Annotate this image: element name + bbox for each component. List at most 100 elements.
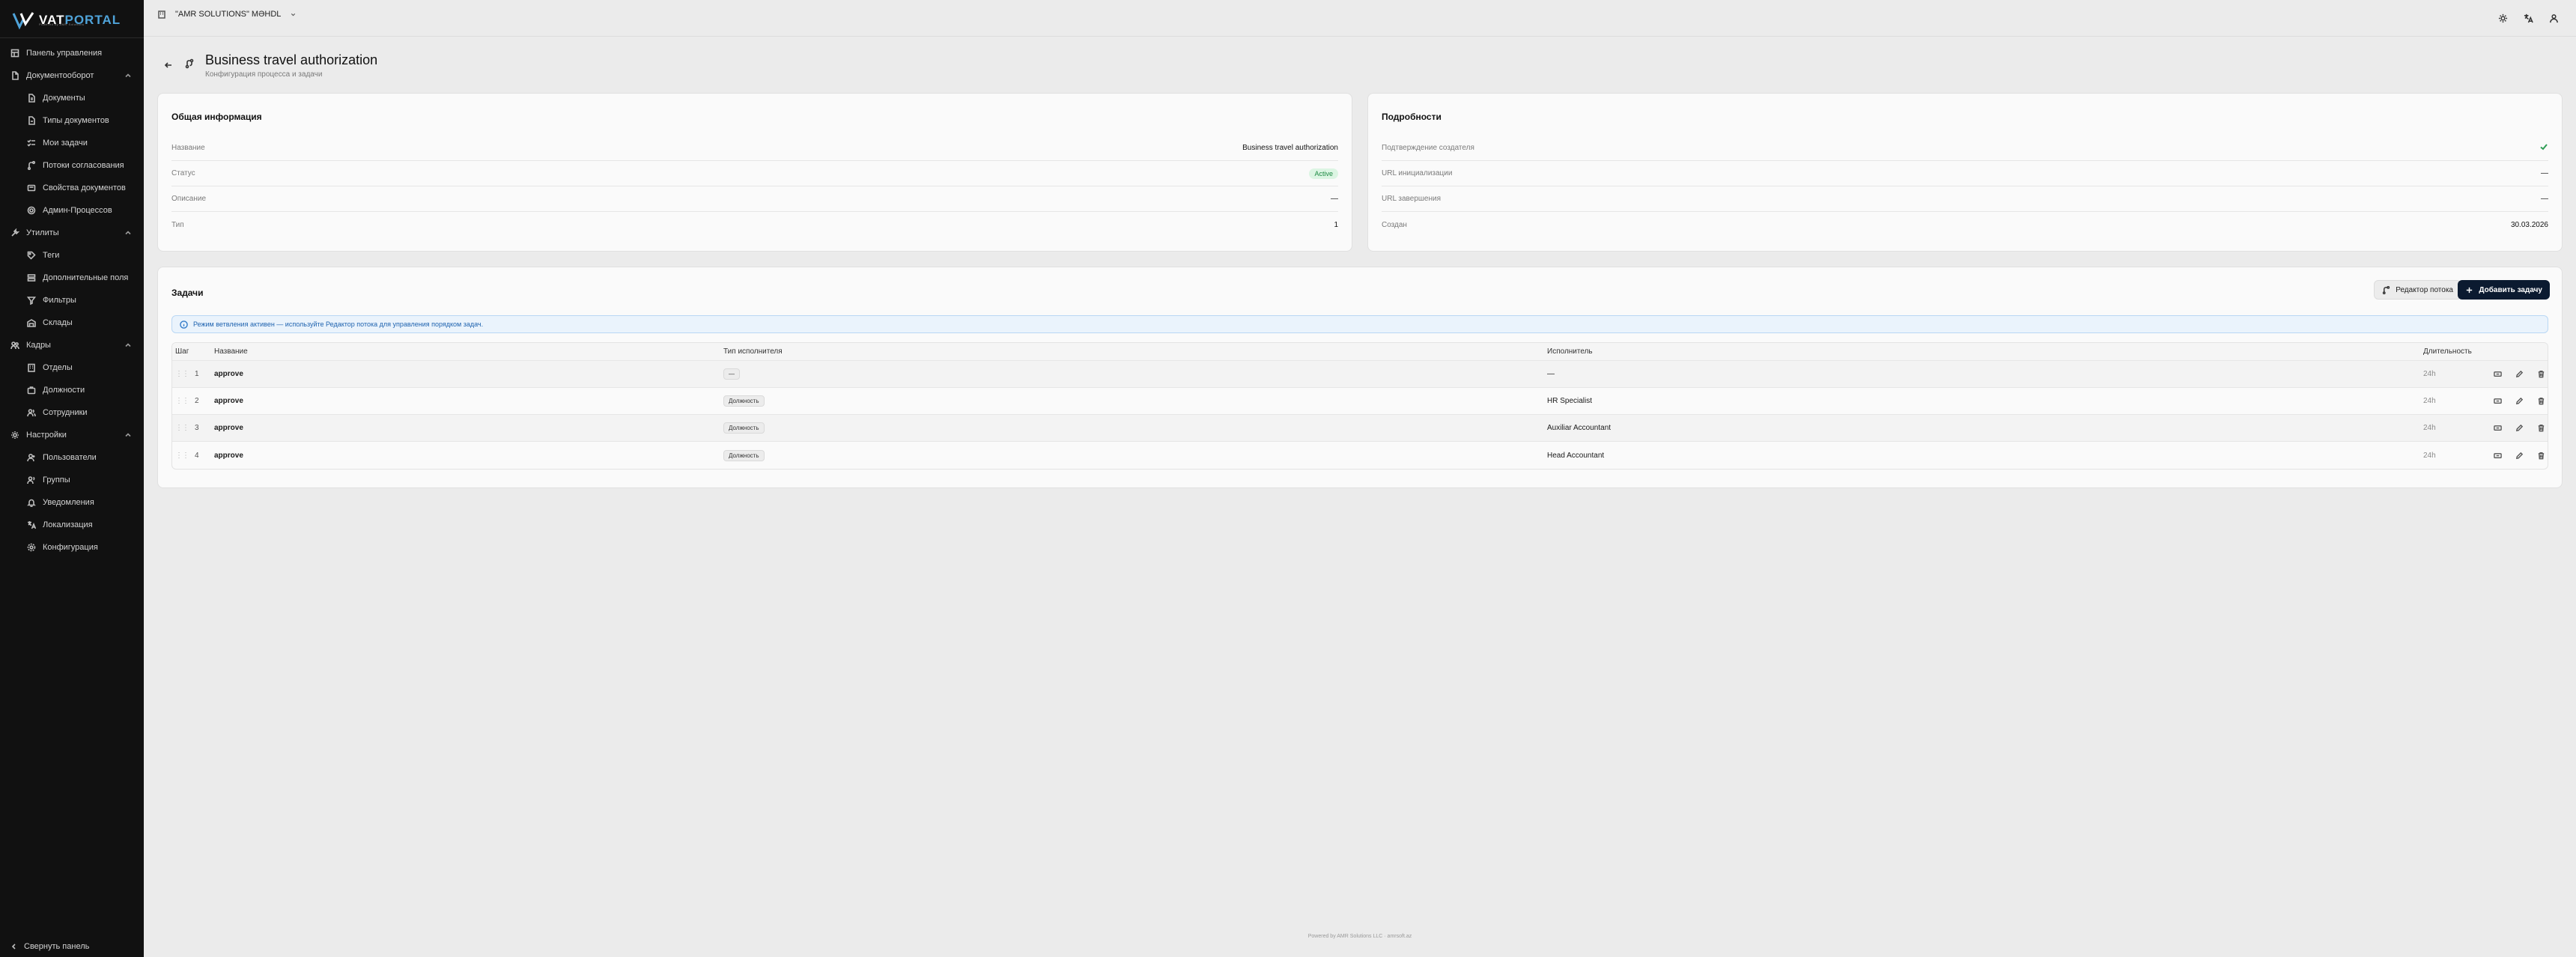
sidebar-item-22-config[interactable]: Конфигурация xyxy=(0,536,144,559)
bell-icon xyxy=(27,498,36,507)
created-row: Создан 30.03.2026 xyxy=(1382,212,2548,237)
delete-button[interactable] xyxy=(2537,424,2545,432)
task-name: approve xyxy=(214,397,243,405)
sidebar-item-label: Отделы xyxy=(43,363,73,372)
column-executor-type[interactable]: Тип исполнителя xyxy=(723,343,783,360)
delete-button[interactable] xyxy=(2537,397,2545,405)
document-icon xyxy=(27,94,36,103)
sidebar-item-20-bell[interactable]: Уведомления xyxy=(0,491,144,514)
back-button[interactable] xyxy=(163,60,174,74)
chevron-up-icon xyxy=(124,341,132,349)
executor-name: Head Accountant xyxy=(1547,451,1605,460)
edit-button[interactable] xyxy=(2515,370,2524,378)
row-actions xyxy=(2494,415,2545,441)
column-executor[interactable]: Исполнитель xyxy=(1547,343,1593,360)
sidebar-item-6-properties[interactable]: Свойства документов xyxy=(0,177,144,199)
sidebar-item-8-wrench[interactable]: Утилиты xyxy=(0,222,144,244)
step-number: 1 xyxy=(195,370,199,378)
filter-icon xyxy=(27,296,36,305)
sidebar-item-19-group[interactable]: Группы xyxy=(0,469,144,491)
delete-button[interactable] xyxy=(2537,452,2545,460)
drag-handle-icon[interactable]: ⋮⋮ xyxy=(175,452,189,460)
translate-icon xyxy=(2524,13,2533,22)
finish-url-row: URL завершения — xyxy=(1382,186,2548,212)
column-duration[interactable]: Длительность xyxy=(2423,343,2472,360)
wrench-icon xyxy=(10,228,19,237)
sidebar-item-5-flow[interactable]: Потоки согласования xyxy=(0,154,144,177)
chevron-up-icon xyxy=(124,229,132,237)
sidebar-item-10-fields[interactable]: Дополнительные поля xyxy=(0,267,144,289)
pencil-icon xyxy=(2515,424,2524,432)
sidebar-item-21-translate[interactable]: Локализация xyxy=(0,514,144,536)
table-row[interactable]: ⋮⋮ 3 approve Должность Auxiliar Accountant 24… xyxy=(172,415,2548,442)
table-row[interactable]: ⋮⋮ 1 approve — — 24h xyxy=(172,361,2548,388)
sidebar-item-17-gear[interactable]: Настройки xyxy=(0,424,144,446)
theme-toggle-button[interactable] xyxy=(2497,12,2509,24)
sidebar-item-label: Утилиты xyxy=(26,228,59,237)
org-selector[interactable]: "AMR SOLUTIONS" MƏHDL xyxy=(157,10,297,19)
sidebar-item-15-briefcase[interactable]: Должности xyxy=(0,379,144,401)
fields-icon xyxy=(27,273,36,282)
flow-editor-button[interactable]: Редактор потока xyxy=(2374,280,2461,300)
sidebar-item-3-file-type[interactable]: Типы документов xyxy=(0,109,144,132)
add-task-button[interactable]: Добавить задачу xyxy=(2458,280,2550,300)
user-menu-button[interactable] xyxy=(2548,12,2560,24)
sidebar-item-18-user[interactable]: Пользователи xyxy=(0,446,144,469)
table-header: Шаг Название Тип исполнителя Исполнитель… xyxy=(172,343,2548,361)
page-subtitle: Конфигурация процесса и задачи xyxy=(205,70,323,79)
language-button[interactable] xyxy=(2522,12,2534,24)
conditions-button[interactable] xyxy=(2494,424,2502,432)
column-name[interactable]: Название xyxy=(214,343,248,360)
flow-icon xyxy=(27,161,36,170)
table-row[interactable]: ⋮⋮ 4 approve Должность Head Accountant 24h xyxy=(172,442,2548,469)
task-name: approve xyxy=(214,451,243,460)
users-icon xyxy=(27,408,36,417)
executor-name: Auxiliar Accountant xyxy=(1547,424,1611,432)
brand-logo[interactable]: VATPORTAL xyxy=(12,9,121,31)
status-badge: Active xyxy=(1309,168,1338,179)
edit-button[interactable] xyxy=(2515,424,2524,432)
executor-type-badge: — xyxy=(723,368,740,380)
sidebar-item-0-dashboard[interactable]: Панель управления xyxy=(0,42,144,64)
tasks-table: Шаг Название Тип исполнителя Исполнитель… xyxy=(171,342,2548,470)
sidebar-item-11-filter[interactable]: Фильтры xyxy=(0,289,144,312)
column-step[interactable]: Шаг xyxy=(175,343,189,360)
drag-handle-icon[interactable]: ⋮⋮ xyxy=(175,424,189,432)
properties-icon xyxy=(27,183,36,192)
tasks-title: Задачи xyxy=(171,288,204,298)
sidebar-item-2-document[interactable]: Документы xyxy=(0,87,144,109)
conditions-button[interactable] xyxy=(2494,452,2502,460)
chevron-up-icon xyxy=(124,72,132,79)
table-row[interactable]: ⋮⋮ 2 approve Должность HR Specialist 24h xyxy=(172,388,2548,415)
sidebar-item-13-people[interactable]: Кадры xyxy=(0,334,144,356)
drag-handle-icon[interactable]: ⋮⋮ xyxy=(175,397,189,405)
sidebar-item-label: Настройки xyxy=(26,431,67,440)
chevron-down-icon xyxy=(291,13,296,16)
collapse-sidebar-button[interactable]: Свернуть панель xyxy=(10,942,89,951)
type-label: Тип xyxy=(171,220,184,229)
building-icon xyxy=(27,363,36,372)
edit-button[interactable] xyxy=(2515,397,2524,405)
description-row: Описание — xyxy=(171,186,1338,212)
conditions-button[interactable] xyxy=(2494,397,2502,405)
sidebar-item-12-warehouse[interactable]: Склады xyxy=(0,312,144,334)
page-title: Business travel authorization xyxy=(205,52,378,67)
sidebar-item-4-check-list[interactable]: Мои задачи xyxy=(0,132,144,154)
sidebar-item-16-users[interactable]: Сотрудники xyxy=(0,401,144,424)
sidebar-item-1-file[interactable]: Документооборот xyxy=(0,64,144,87)
sidebar-item-14-building[interactable]: Отделы xyxy=(0,356,144,379)
sidebar-item-7-settings[interactable]: Админ-Процессов xyxy=(0,199,144,222)
delete-button[interactable] xyxy=(2537,370,2545,378)
edit-button[interactable] xyxy=(2515,452,2524,460)
sidebar-item-9-tag[interactable]: Теги xyxy=(0,244,144,267)
warehouse-icon xyxy=(27,318,36,327)
pencil-icon xyxy=(2515,397,2524,405)
conditions-button[interactable] xyxy=(2494,370,2502,378)
table-body: ⋮⋮ 1 approve — — 24h ⋮⋮ 2 approve Должность HR Spe… xyxy=(172,361,2548,469)
executor-type-cell: — xyxy=(723,361,740,387)
description-value: — xyxy=(1331,195,1338,203)
drag-handle-icon[interactable]: ⋮⋮ xyxy=(175,370,189,378)
sidebar-item-label: Типы документов xyxy=(43,116,109,125)
sidebar-item-label: Свойства документов xyxy=(43,183,126,192)
group-icon xyxy=(27,476,36,484)
